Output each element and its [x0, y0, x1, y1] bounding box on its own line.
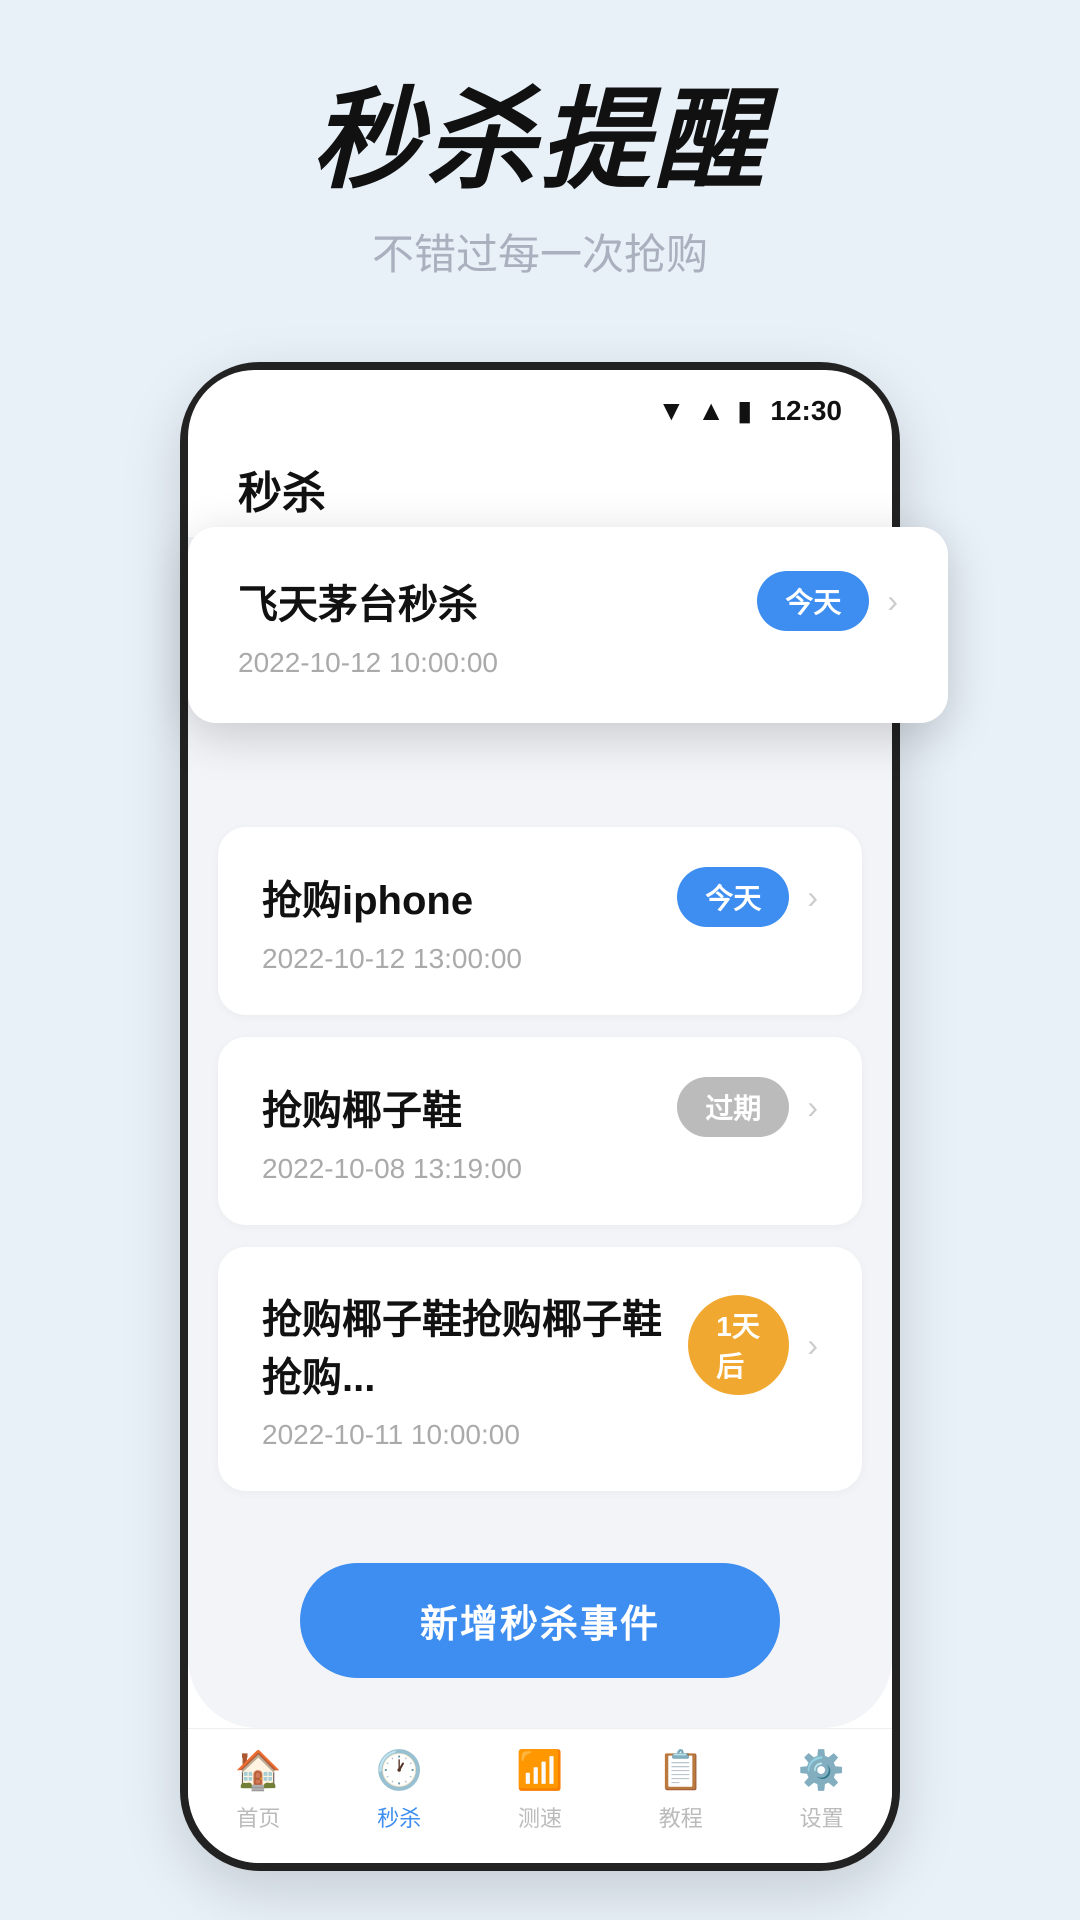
nav-item-tutorial[interactable]: 📋 教程	[610, 1749, 751, 1833]
flash-sale-card-3[interactable]: 抢购椰子鞋 过期 › 2022-10-08 13:19:00	[218, 1037, 862, 1225]
badge-tomorrow-4: 1天后	[688, 1295, 789, 1395]
phone-nav-title: 秒杀	[238, 469, 326, 518]
page-title: 秒杀提醒	[312, 80, 768, 201]
page-subtitle: 不错过每一次抢购	[372, 221, 708, 282]
battery-icon: ▮	[737, 394, 752, 427]
badge-area-2: 今天 ›	[677, 867, 818, 927]
status-time: 12:30	[770, 395, 842, 427]
badge-area-4: 1天后 ›	[688, 1295, 818, 1395]
badge-today-2: 今天	[677, 867, 789, 927]
signal-icon: ▲	[697, 395, 725, 427]
header: 秒杀提醒 不错过每一次抢购	[0, 0, 1080, 322]
phone-nav-bar: 秒杀	[188, 437, 892, 537]
flash-sale-title-1: 飞天茅台秒杀	[238, 572, 478, 630]
nav-item-home[interactable]: 🏠 首页	[188, 1749, 329, 1833]
chevron-icon-3: ›	[807, 1089, 818, 1126]
flash-sale-date-2: 2022-10-12 13:00:00	[262, 943, 818, 975]
badge-today-1: 今天	[757, 571, 869, 631]
nav-label-flashsale: 秒杀	[377, 1801, 421, 1833]
flash-sale-date-1: 2022-10-12 10:00:00	[238, 647, 898, 679]
flash-sale-date-3: 2022-10-08 13:19:00	[262, 1153, 818, 1185]
nav-label-settings: 设置	[800, 1801, 844, 1833]
nav-label-tutorial: 教程	[659, 1801, 703, 1833]
tutorial-icon: 📋	[657, 1749, 704, 1793]
bottom-nav: 🏠 首页 🕐 秒杀 📶 测速 📋 教程 ⚙️ 设置	[188, 1728, 892, 1863]
add-event-button[interactable]: 新增秒杀事件	[300, 1563, 780, 1678]
badge-area-1: 今天 ›	[757, 571, 898, 631]
flash-sale-card-2[interactable]: 抢购iphone 今天 › 2022-10-12 13:00:00	[218, 827, 862, 1015]
phone-content: 飞天茅台秒杀 今天 › 2022-10-12 10:00:00 抢购iphone…	[188, 537, 892, 1728]
home-icon: 🏠	[235, 1749, 282, 1793]
chevron-icon-1: ›	[887, 583, 898, 620]
nav-label-home: 首页	[236, 1801, 280, 1833]
status-bar: ▼ ▲ ▮ 12:30	[188, 370, 892, 437]
flashsale-icon: 🕐	[376, 1749, 423, 1793]
add-button-wrap: 新增秒杀事件	[218, 1513, 862, 1708]
chevron-icon-4: ›	[807, 1327, 818, 1364]
nav-label-speed: 测速	[518, 1801, 562, 1833]
badge-area-3: 过期 ›	[677, 1077, 818, 1137]
chevron-icon-2: ›	[807, 879, 818, 916]
speed-icon: 📶	[516, 1749, 563, 1793]
flash-sale-card-4[interactable]: 抢购椰子鞋抢购椰子鞋抢购... 1天后 › 2022-10-11 10:00:0…	[218, 1247, 862, 1491]
flash-sale-date-4: 2022-10-11 10:00:00	[262, 1419, 818, 1451]
badge-expired-3: 过期	[677, 1077, 789, 1137]
card-area: 飞天茅台秒杀 今天 › 2022-10-12 10:00:00 抢购iphone…	[218, 547, 862, 1491]
settings-icon: ⚙️	[798, 1749, 845, 1793]
wifi-icon: ▼	[658, 395, 686, 427]
nav-item-speed[interactable]: 📶 测速	[470, 1749, 611, 1833]
phone-mockup: ▼ ▲ ▮ 12:30 秒杀 飞天茅台秒杀 今天 › 2022-10-12 10…	[180, 362, 900, 1871]
nav-item-settings[interactable]: ⚙️ 设置	[751, 1749, 892, 1833]
flash-sale-title-4: 抢购椰子鞋抢购椰子鞋抢购...	[262, 1287, 688, 1403]
flash-sale-title-2: 抢购iphone	[262, 868, 473, 926]
nav-item-flashsale[interactable]: 🕐 秒杀	[329, 1749, 470, 1833]
flash-sale-card-floating[interactable]: 飞天茅台秒杀 今天 › 2022-10-12 10:00:00	[188, 527, 948, 723]
flash-sale-title-3: 抢购椰子鞋	[262, 1078, 462, 1136]
